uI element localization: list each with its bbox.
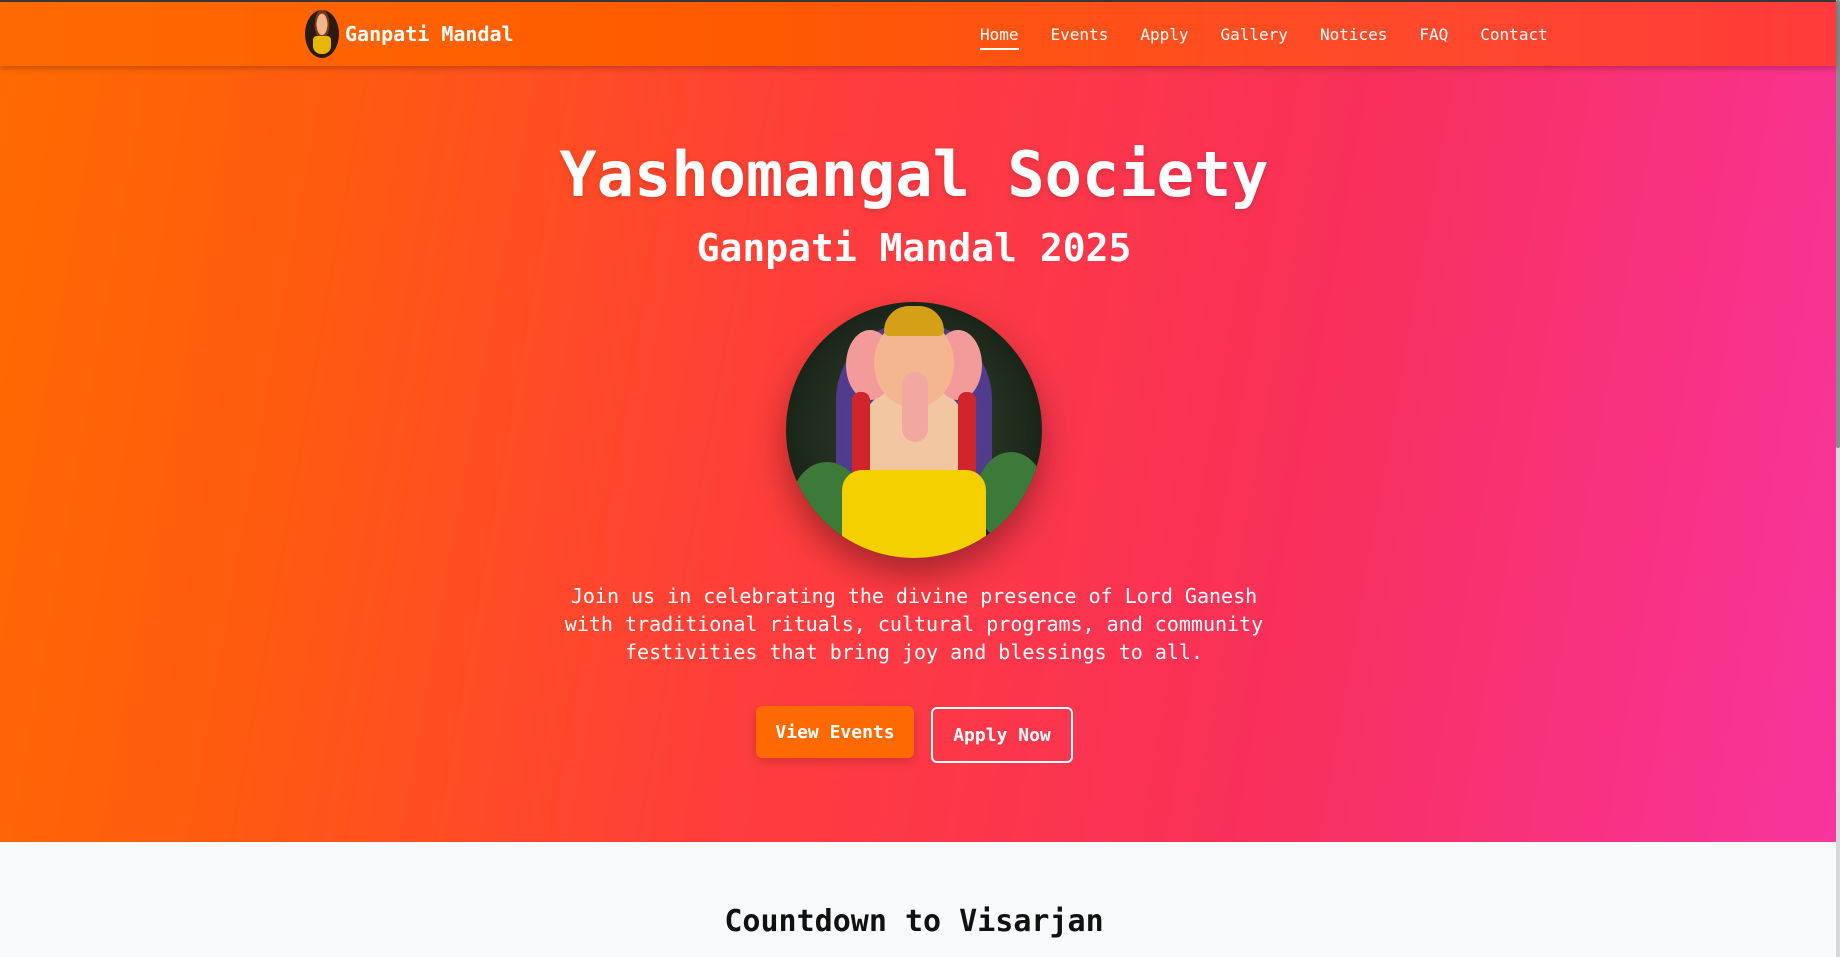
apply-now-button[interactable]: Apply Now [931,707,1073,763]
nav-link-contact[interactable]: Contact [1480,23,1547,46]
nav-link-notices[interactable]: Notices [1320,23,1387,46]
navbar: Ganpati Mandal Home Events Apply Gallery… [0,2,1836,66]
nav-link-gallery[interactable]: Gallery [1221,23,1288,46]
idol-trunk [902,372,928,442]
nav-links: Home Events Apply Gallery Notices FAQ Co… [980,2,1580,66]
brand[interactable]: Ganpati Mandal [305,10,514,58]
hero-title: Yashomangal Society [559,138,1269,211]
idol-crown [884,306,944,336]
nav-link-home[interactable]: Home [980,23,1019,50]
ganesh-logo-icon [305,10,339,58]
brand-name: Ganpati Mandal [345,22,514,46]
nav-link-apply[interactable]: Apply [1140,23,1188,46]
countdown-title: Countdown to Visarjan [724,904,1104,939]
hero-description: Join us in celebrating the divine presen… [564,584,1264,664]
idol-dhoti [842,470,986,558]
hero-subtitle: Ganpati Mandal 2025 [696,226,1132,270]
hero-section: Yashomangal Society Ganpati Mandal 2025 … [0,66,1836,842]
nav-link-events[interactable]: Events [1051,23,1109,46]
scrollbar-thumb[interactable] [1836,0,1840,448]
nav-link-faq[interactable]: FAQ [1419,23,1448,46]
view-events-button[interactable]: View Events [756,706,914,758]
ganesh-idol-image [786,302,1042,558]
